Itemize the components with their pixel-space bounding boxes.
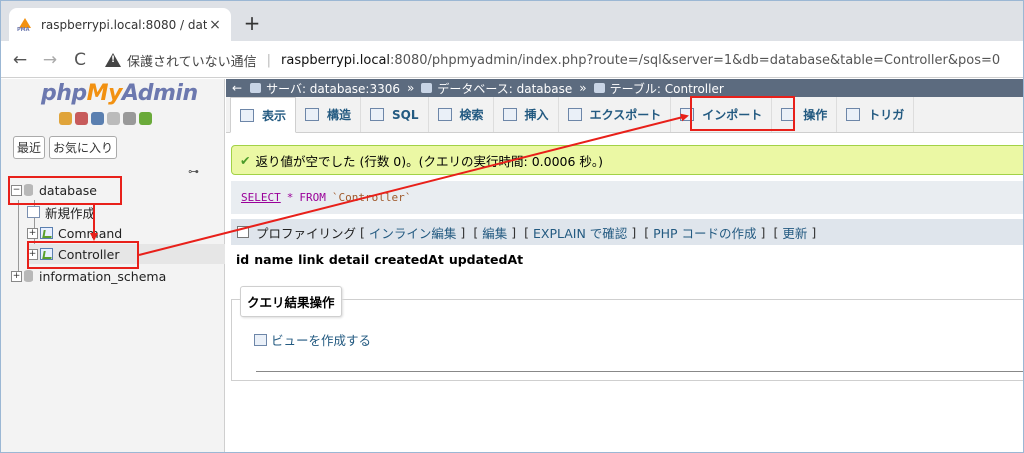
phpmyadmin-favicon-icon: PMA	[17, 17, 33, 33]
column-header[interactable]: name	[254, 252, 293, 267]
tab-structure[interactable]: 構造	[296, 97, 362, 132]
url-host: raspberrypi.local	[281, 52, 391, 68]
main-content: ← サーバ: database:3306 » データベース: database …	[226, 79, 1023, 452]
help-icon[interactable]	[91, 112, 104, 125]
table-icon	[593, 83, 605, 93]
php-code-link[interactable]: PHP コードの作成	[653, 223, 756, 242]
collapse-arrow-icon[interactable]: ←	[232, 81, 242, 95]
insecure-label: 保護されていない通信	[127, 54, 257, 70]
expand-icon[interactable]: +	[27, 227, 38, 239]
sql-icon	[370, 108, 385, 121]
explain-link[interactable]: EXPLAIN で確認	[533, 223, 627, 242]
view-icon	[254, 333, 267, 346]
breadcrumb-server[interactable]: サーバ: database:3306	[266, 80, 400, 97]
tree-label-new: 新規作成	[45, 205, 96, 221]
structure-icon	[305, 108, 320, 121]
success-text: 返り値が空でした (行数 0)。(クエリの実行時間: 0.0006 秒。)	[255, 153, 604, 169]
query-results-operations: クエリ結果操作 ビューを作成する	[231, 286, 1023, 381]
breadcrumb-table[interactable]: テーブル: Controller	[610, 80, 724, 97]
breadcrumb-database[interactable]: データベース: database	[437, 80, 572, 97]
logout-icon[interactable]	[75, 112, 88, 125]
breadcrumb: ← サーバ: database:3306 » データベース: database …	[226, 79, 1023, 97]
home-icon[interactable]	[59, 112, 72, 125]
tree-item-information-schema[interactable]: + information_schema	[11, 266, 166, 286]
column-header[interactable]: link	[298, 252, 324, 267]
annotation-box-database	[8, 176, 122, 205]
query-ops-legend: クエリ結果操作	[240, 286, 342, 317]
annotation-box-controller	[27, 241, 139, 269]
tab-export[interactable]: エクスポート	[559, 97, 672, 132]
edit-link[interactable]: 編集	[482, 223, 507, 242]
tab-sql[interactable]: SQL	[361, 97, 429, 132]
refresh-link[interactable]: 更新	[782, 223, 807, 242]
annotation-box-import	[690, 96, 795, 131]
url-separator: |	[266, 52, 272, 68]
recent-button[interactable]: 最近	[13, 136, 46, 159]
docs-icon[interactable]	[107, 112, 120, 125]
table-menu-tabs: 表示 構造 SQL 検索 挿入 エクスポート インポート 操作 トリガ	[226, 97, 1023, 133]
database-icon	[24, 270, 33, 282]
profiling-label: プロファイリング	[256, 225, 357, 241]
database-icon	[421, 83, 433, 93]
export-icon	[567, 108, 582, 121]
column-header[interactable]: updatedAt	[449, 252, 523, 267]
back-button[interactable]: ←	[9, 49, 31, 71]
forward-button[interactable]: →	[39, 49, 61, 71]
settings-gear-icon[interactable]	[123, 112, 136, 125]
divider	[256, 371, 1023, 372]
tab-close-icon[interactable]: ×	[207, 17, 223, 33]
tab-title: raspberrypi.local:8080 / database	[41, 17, 207, 32]
check-icon: ✔	[240, 152, 251, 168]
browse-icon	[240, 108, 254, 122]
insert-icon	[502, 108, 517, 121]
server-icon	[250, 83, 262, 93]
trigger-icon	[846, 108, 861, 121]
tab-browse[interactable]: 表示	[230, 97, 297, 133]
success-message: ✔ 返り値が空でした (行数 0)。(クエリの実行時間: 0.0006 秒。)	[231, 145, 1023, 175]
inline-edit-link[interactable]: インライン編集	[369, 223, 457, 242]
expand-icon[interactable]: +	[11, 270, 22, 282]
screenshot-frame: PMA raspberrypi.local:8080 / database × …	[0, 0, 1024, 453]
table-icon	[40, 227, 53, 239]
profiling-checkbox[interactable]	[237, 226, 249, 238]
column-header[interactable]: detail	[329, 252, 369, 267]
tab-insert[interactable]: 挿入	[494, 97, 559, 132]
column-header[interactable]: id	[236, 252, 249, 267]
nav-icon-row	[59, 112, 152, 125]
warning-icon	[105, 53, 121, 67]
tree-label-information-schema: information_schema	[39, 268, 167, 284]
create-view-link[interactable]: ビューを作成する	[254, 330, 371, 349]
tab-search[interactable]: 検索	[429, 97, 494, 132]
phpmyadmin-logo[interactable]: phpMyAdmin	[41, 81, 198, 106]
url-path: :8080/phpmyadmin/index.php?route=/sql&se…	[390, 52, 1001, 68]
profiling-bar: プロファイリング [インライン編集] [編集] [EXPLAIN で確認] [P…	[231, 219, 1023, 245]
result-columns: id name link detail createdAt updatedAt	[236, 252, 523, 267]
sql-query-box[interactable]: SELECT * FROM `Controller`	[231, 181, 1023, 214]
tree-item-new[interactable]: 新規作成	[27, 202, 95, 222]
column-header[interactable]: createdAt	[374, 252, 444, 267]
browser-tab-bar: PMA raspberrypi.local:8080 / database × …	[1, 1, 1023, 41]
browser-nav-bar: ← → C 保護されていない通信 | raspberrypi.local:808…	[1, 41, 1023, 78]
new-table-icon	[27, 206, 40, 218]
search-icon	[437, 108, 452, 121]
tree-label-command: Command	[58, 225, 123, 241]
tree-item-command[interactable]: + Command	[27, 223, 122, 243]
new-tab-button[interactable]: +	[241, 11, 263, 35]
link-chain-icon[interactable]: ⊶	[188, 165, 199, 178]
reload-nav-icon[interactable]	[139, 112, 152, 125]
tab-triggers[interactable]: トリガ	[837, 97, 915, 132]
favorites-button[interactable]: お気に入り	[49, 136, 118, 159]
browser-tab[interactable]: PMA raspberrypi.local:8080 / database ×	[9, 8, 231, 41]
reload-button[interactable]: C	[69, 49, 91, 71]
address-bar[interactable]: 保護されていない通信 | raspberrypi.local:8080/phpm…	[105, 47, 1015, 73]
